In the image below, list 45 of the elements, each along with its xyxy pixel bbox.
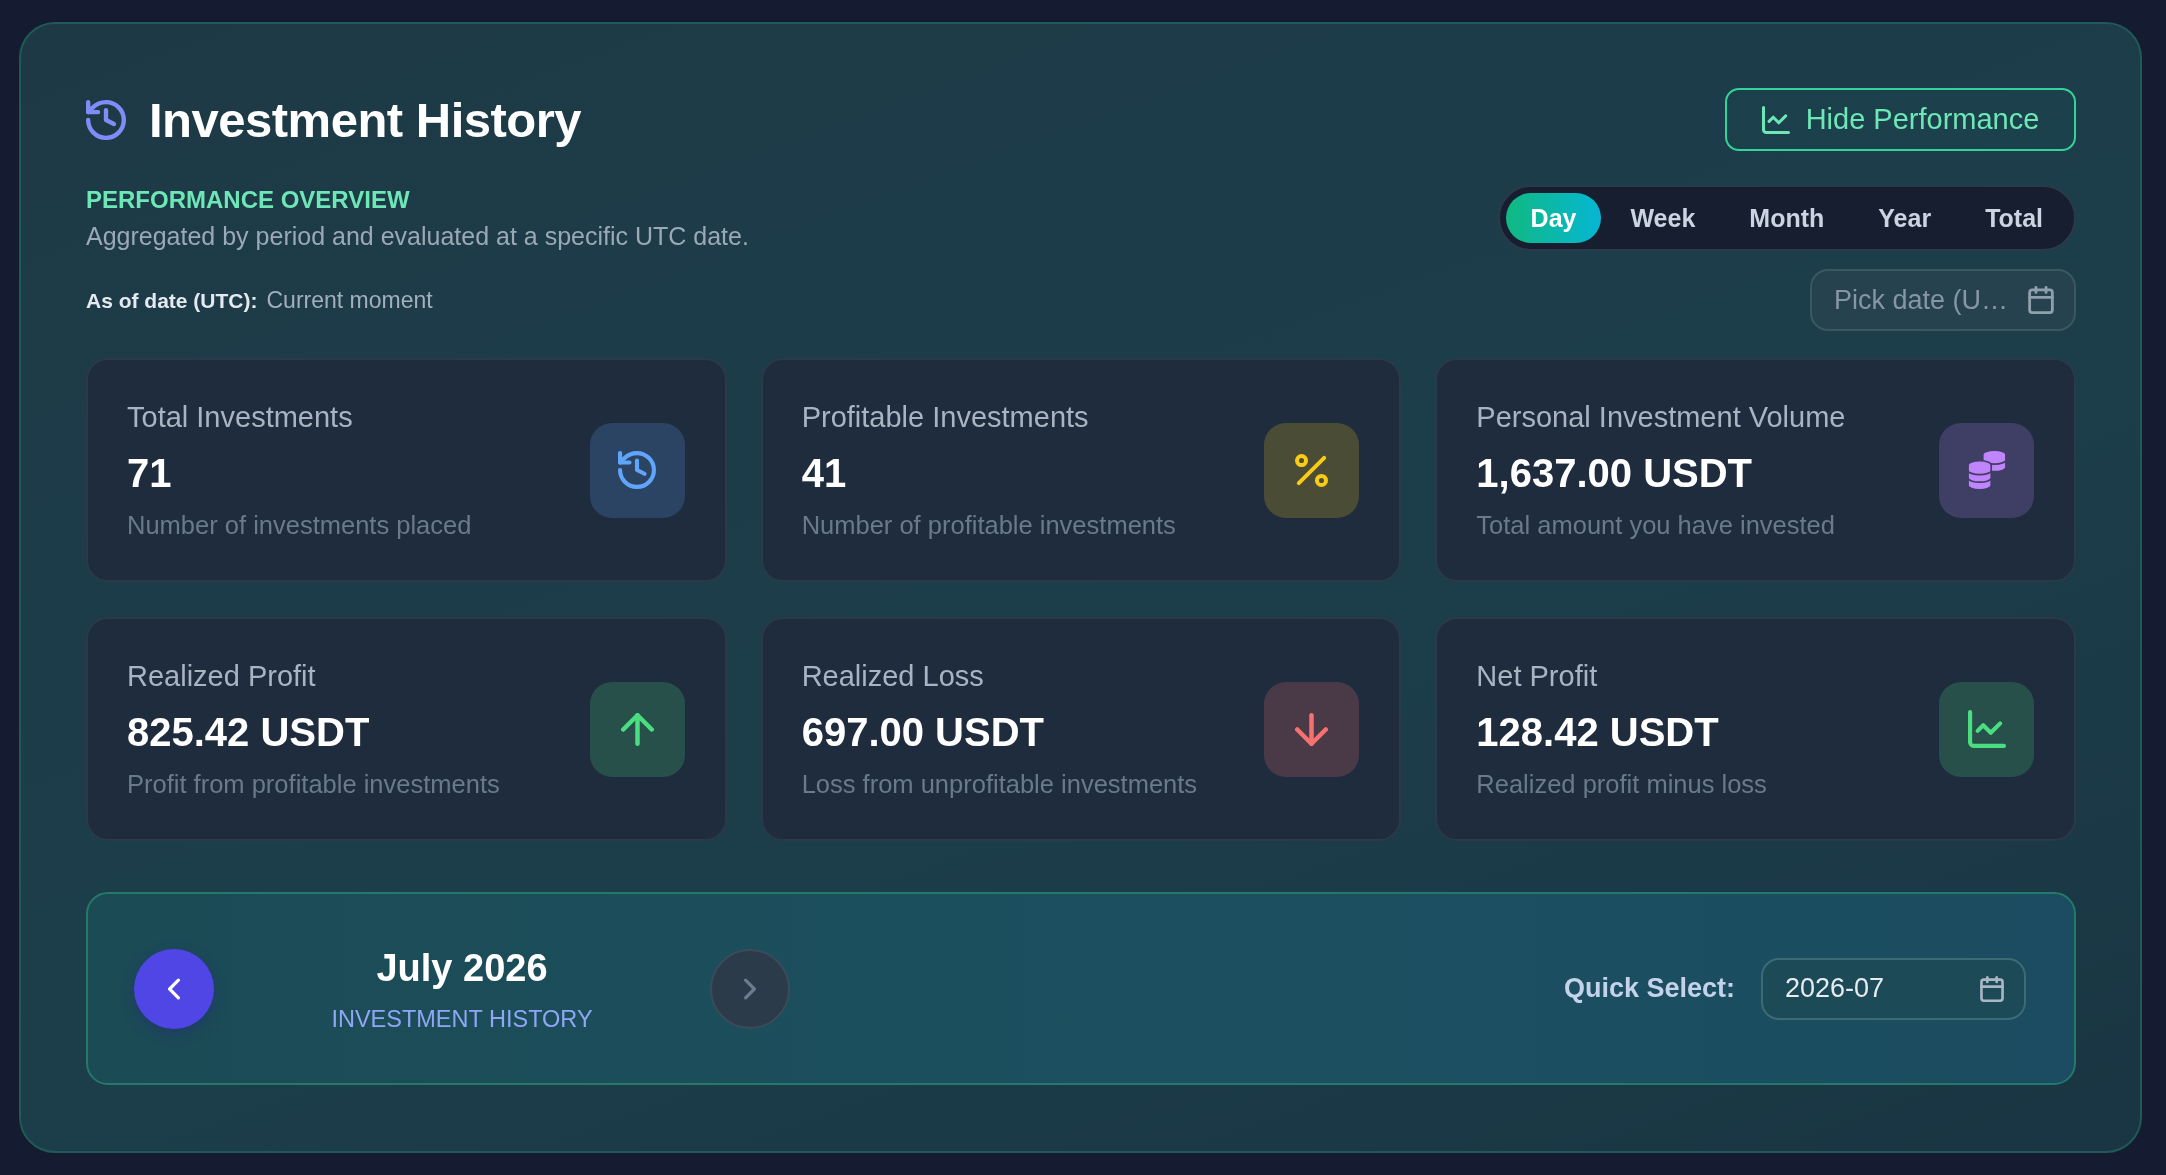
stat-label: Net Profit xyxy=(1476,659,1598,693)
percent-icon xyxy=(1264,422,1360,518)
stat-description: Total amount you have invested xyxy=(1476,510,1835,540)
period-tab[interactable]: Total xyxy=(1960,193,2068,243)
arrow-up-icon xyxy=(589,681,685,777)
month-label: July 2026 xyxy=(376,945,548,991)
history-icon xyxy=(589,422,685,518)
calendar-icon xyxy=(2028,286,2054,314)
line-chart-icon xyxy=(1939,681,2034,777)
section-description: Aggregated by period and evaluated at a specific UTC date. xyxy=(86,221,749,251)
stat-value: 825.42 USDT xyxy=(127,709,370,756)
stat-value: 697.00 USDT xyxy=(801,709,1044,756)
coins-icon xyxy=(1939,422,2034,518)
calendar-icon xyxy=(1980,975,2004,1002)
line-chart-icon xyxy=(1761,105,1790,134)
stat-value: 1,637.00 USDT xyxy=(1476,450,1753,497)
stat-description: Number of investments placed xyxy=(127,510,472,540)
chevron-left-icon xyxy=(168,977,180,1000)
date-picker-field[interactable]: Pick date (U… xyxy=(1810,269,2076,331)
period-tab[interactable]: Month xyxy=(1724,193,1850,243)
chevron-right-icon xyxy=(744,977,756,1000)
as-of-value: Current moment xyxy=(266,286,433,315)
stat-description: Profit from profitable investments xyxy=(127,769,500,799)
stat-description: Loss from unprofitable investments xyxy=(801,769,1198,799)
period-tab[interactable]: Year xyxy=(1853,193,1957,243)
stat-value: 128.42 USDT xyxy=(1476,709,1719,756)
section-heading: PERFORMANCE OVERVIEW xyxy=(86,185,410,215)
as-of-label: As of date (UTC): xyxy=(86,288,258,314)
period-tab[interactable]: Week xyxy=(1605,193,1721,243)
stat-value: 71 xyxy=(127,450,172,497)
stat-label: Personal Investment Volume xyxy=(1476,400,1846,434)
stat-label: Total Investments xyxy=(127,400,353,434)
stat-description: Realized profit minus loss xyxy=(1476,769,1767,799)
history-icon xyxy=(86,99,126,140)
page-title: Investment History xyxy=(149,91,582,149)
arrow-down-icon xyxy=(1264,681,1360,777)
quick-select-label: Quick Select: xyxy=(1563,973,1735,1004)
stat-label: Realized Profit xyxy=(127,659,316,693)
stat-description: Number of profitable investments xyxy=(801,510,1176,540)
stat-label: Realized Loss xyxy=(801,659,984,693)
stat-value: 41 xyxy=(801,450,847,497)
month-select-field[interactable]: 2026-07 xyxy=(1761,957,2026,1020)
toggle-performance-button[interactable]: Hide Performance xyxy=(1725,88,2076,151)
month-caption: INVESTMENT HISTORY xyxy=(331,1004,593,1033)
stat-label: Profitable Investments xyxy=(801,400,1089,434)
